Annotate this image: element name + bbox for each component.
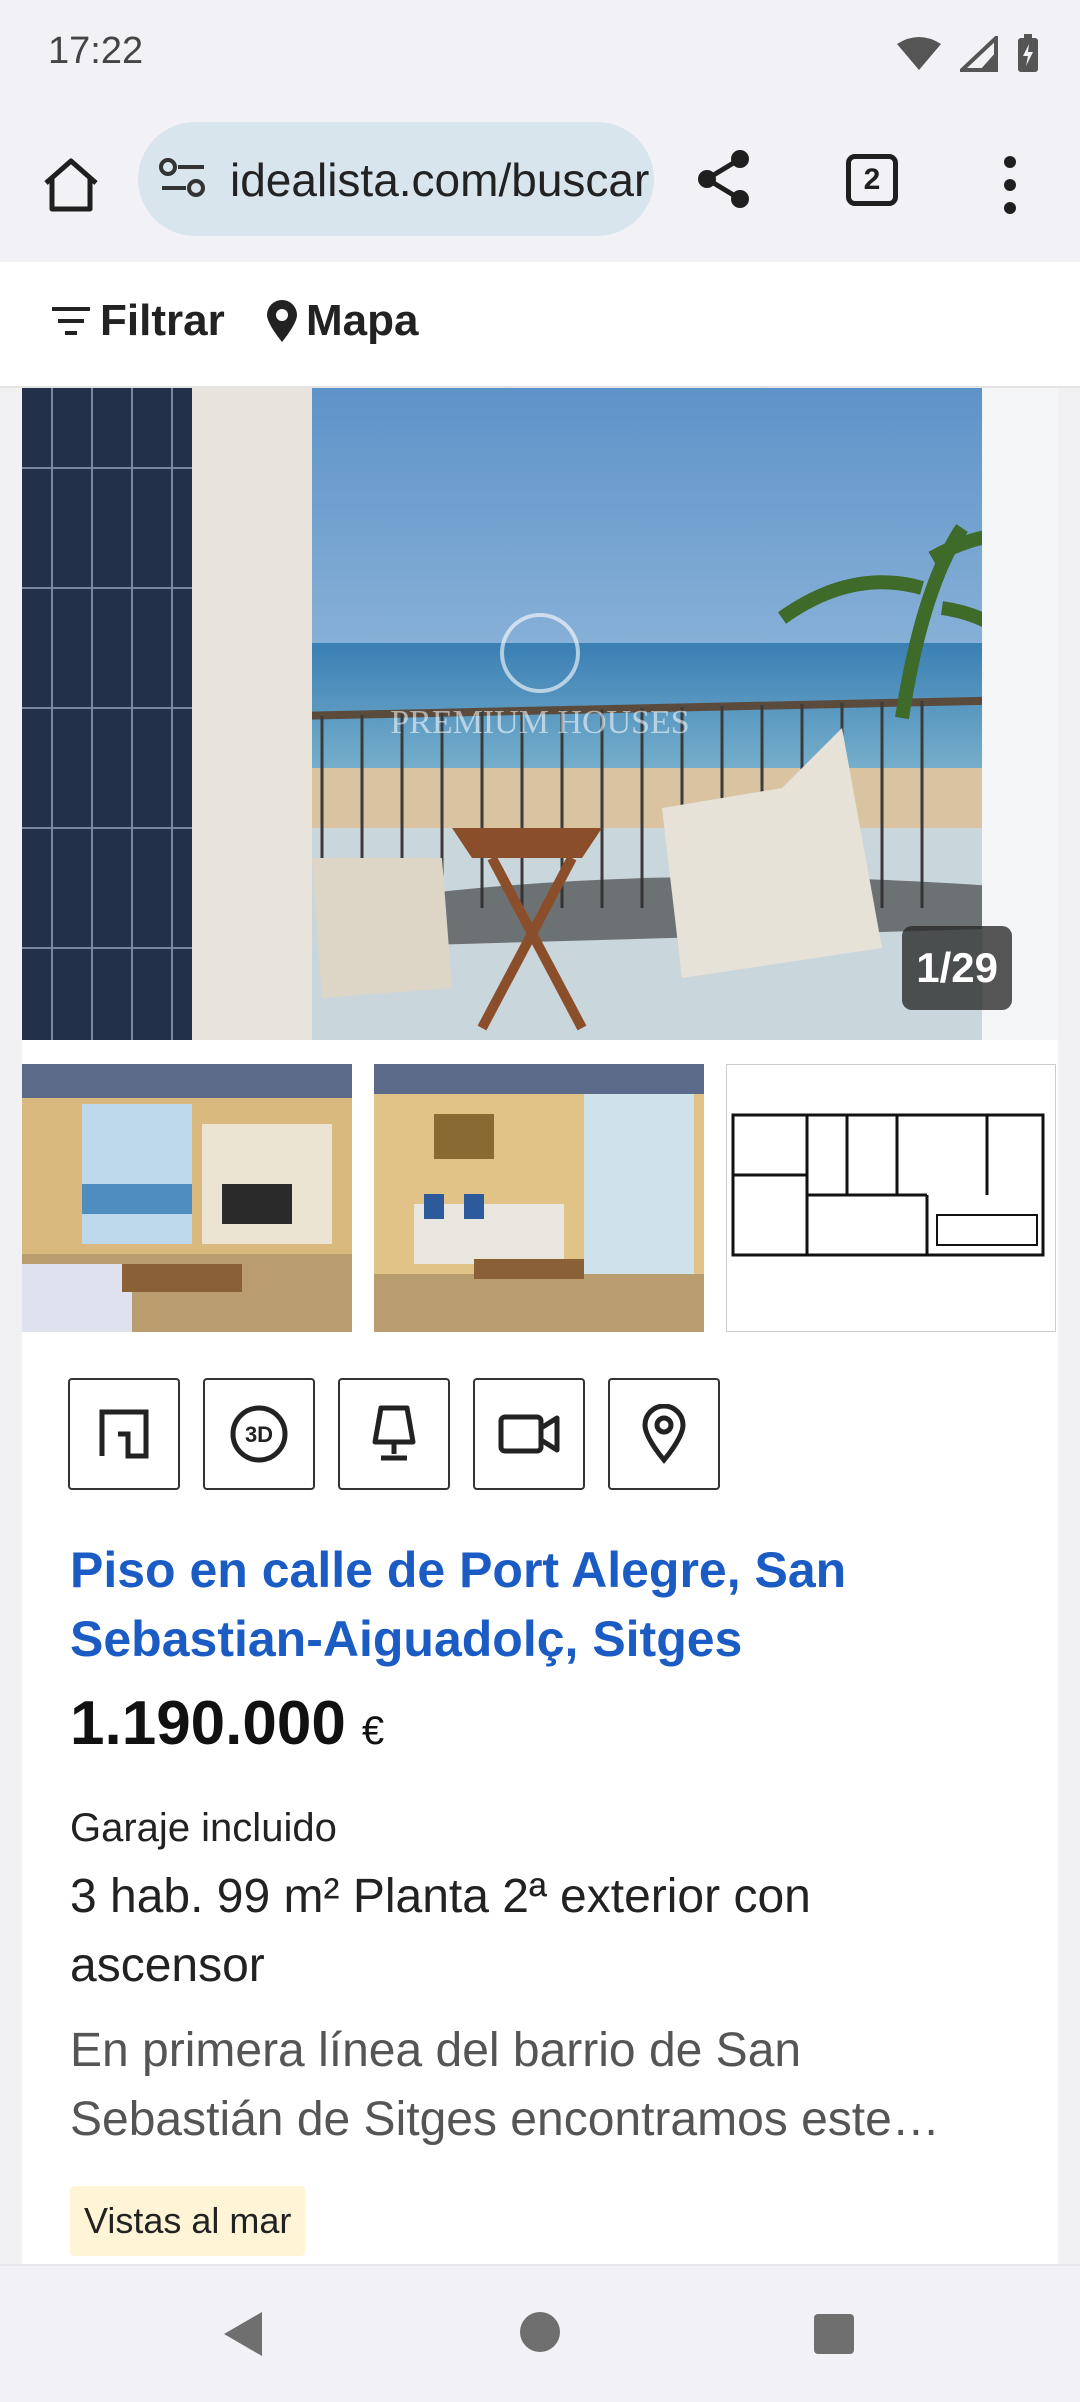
share-icon [698, 150, 749, 208]
home-staging-icon [372, 1405, 416, 1461]
floor-plan-icon [99, 1409, 149, 1459]
video-icon [498, 1414, 560, 1454]
home-icon [44, 158, 98, 212]
battery-icon [1018, 34, 1038, 72]
back-icon[interactable] [220, 2310, 264, 2358]
thumbnail-floor-plan[interactable] [726, 1064, 1056, 1332]
listing-main-photo[interactable]: PREMIUM HOUSES 1/29 [22, 388, 1058, 1040]
filter-button[interactable]: Filtrar [50, 296, 225, 346]
overflow-menu-button[interactable] [990, 150, 1030, 220]
signal-icon [960, 36, 998, 72]
map-pin-icon [267, 300, 297, 342]
3d-tour-icon: 3D [230, 1405, 288, 1463]
3d-tour-button[interactable]: 3D [203, 1378, 315, 1490]
status-icons [896, 34, 1040, 74]
feature-icons-row: 3D [68, 1378, 720, 1490]
filter-label: Filtrar [100, 296, 225, 345]
location-button[interactable] [608, 1378, 720, 1490]
sea-view-tag: Vistas al mar [70, 2186, 306, 2256]
more-vert-icon [1004, 156, 1016, 214]
map-label: Mapa [306, 296, 419, 345]
map-button[interactable]: Mapa [264, 296, 418, 346]
status-bar: 17:22 [0, 0, 1080, 110]
video-button[interactable] [473, 1378, 585, 1490]
url-text: idealista.com/buscar [230, 154, 650, 206]
description-line-2: Sebastián de Sitges encontramos este… [70, 2093, 940, 2146]
tab-switcher-button[interactable]: 2 [846, 154, 898, 206]
listing-price: 1.190.000 [70, 1689, 346, 1758]
garage-info: Garaje incluido [70, 1806, 337, 1850]
browser-toolbar: idealista.com/buscar 2 [0, 110, 1080, 264]
photo-counter: 1/29 [902, 926, 1012, 1010]
price-currency: € [361, 1709, 385, 1753]
listing-description: En primera línea del barrio de San Sebas… [70, 2016, 1030, 2154]
status-time: 17:22 [48, 30, 144, 72]
thumbnail-sitting-room[interactable] [374, 1064, 704, 1332]
system-nav-bar [0, 2264, 1080, 2402]
share-button[interactable] [694, 148, 764, 218]
url-bar[interactable]: idealista.com/buscar [138, 122, 654, 236]
thumbnail-living-room[interactable] [22, 1064, 352, 1332]
watermark-text: PREMIUM HOUSES [390, 704, 689, 741]
listing-details: 3 hab. 99 m² Planta 2ª exterior con asce… [70, 1870, 811, 1992]
description-line-1: En primera línea del barrio de San [70, 2024, 802, 2077]
home-staging-button[interactable] [338, 1378, 450, 1490]
recents-icon[interactable] [814, 2314, 854, 2354]
svg-text:3D: 3D [245, 1422, 273, 1447]
site-settings-icon[interactable] [158, 158, 210, 198]
filter-bar: Filtrar Mapa [0, 262, 1080, 388]
wifi-icon [897, 37, 941, 70]
listing-title[interactable]: Piso en calle de Port Alegre, San Sebast… [70, 1536, 1010, 1674]
price-row: 1.190.000 € [70, 1688, 384, 1759]
listing-card[interactable]: PREMIUM HOUSES 1/29 3D Piso en calle de … [22, 388, 1058, 2264]
nav-home-icon[interactable] [520, 2312, 560, 2352]
home-button[interactable] [36, 150, 106, 220]
filter-icon [52, 307, 90, 335]
location-pin-icon [642, 1404, 686, 1464]
thumbnail-strip [22, 1064, 1058, 1334]
floor-plan-button[interactable] [68, 1378, 180, 1490]
